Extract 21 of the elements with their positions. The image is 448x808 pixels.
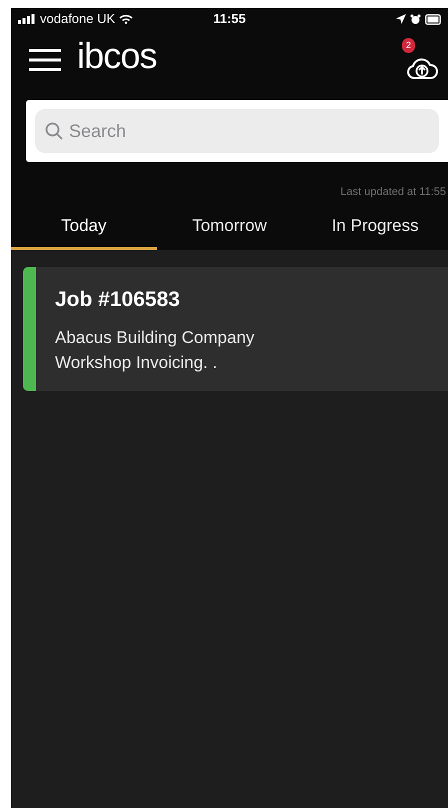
carrier-name: vodafone UK (40, 10, 116, 28)
wifi-icon (119, 14, 134, 24)
signal-icon (18, 14, 36, 24)
battery-icon (424, 14, 441, 24)
tab[interactable]: Tomorrow (156, 204, 302, 250)
menu-icon[interactable] (29, 48, 61, 72)
tab[interactable]: In Progress (302, 204, 448, 250)
logo: ibcos (77, 38, 157, 74)
alarm-icon (410, 14, 421, 24)
customer-name: Abacus Building Company (55, 327, 254, 350)
location-arrow-icon (396, 14, 406, 24)
clock-time: 11:55 (213, 10, 246, 28)
search-icon (45, 122, 63, 140)
job-description: Workshop Invoicing. . (55, 352, 218, 374)
cloud-upload-icon[interactable] (406, 58, 438, 80)
job-title: Job #106583 (55, 287, 181, 313)
tab[interactable]: Today (11, 204, 157, 250)
last-updated-text: Last updated at 11:55 (340, 184, 446, 200)
job-card[interactable]: Job #106583 Abacus Building Company Workshop Invoicing. . (23, 267, 448, 391)
search-field[interactable]: Search (35, 109, 439, 153)
notification-badge: 2 (402, 38, 415, 53)
